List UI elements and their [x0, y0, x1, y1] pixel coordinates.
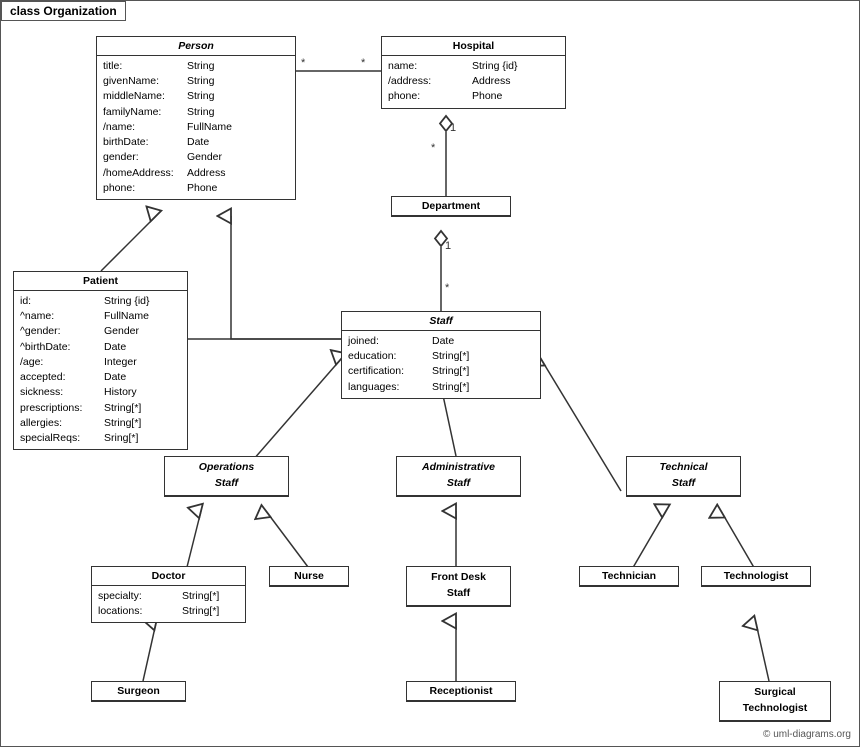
class-tech-staff-header: TechnicalStaff [627, 457, 740, 496]
class-technologist-header: Technologist [702, 567, 810, 586]
class-person: Person title:String givenName:String mid… [96, 36, 296, 200]
class-surgical-tech-header: SurgicalTechnologist [720, 682, 830, 721]
class-patient-header: Patient [14, 272, 187, 291]
class-receptionist-header: Receptionist [407, 682, 515, 701]
class-staff-body: joined:Date education:String[*] certific… [342, 331, 540, 398]
class-patient-body: id:String {id} ^name:FullName ^gender:Ge… [14, 291, 187, 449]
class-hospital-header: Hospital [382, 37, 565, 56]
class-front-desk: Front DeskStaff [406, 566, 511, 607]
svg-text:1: 1 [450, 122, 456, 134]
class-hospital: Hospital name:String {id} /address:Addre… [381, 36, 566, 109]
class-surgeon: Surgeon [91, 681, 186, 702]
class-technologist: Technologist [701, 566, 811, 587]
class-technician-header: Technician [580, 567, 678, 586]
class-receptionist: Receptionist [406, 681, 516, 702]
class-person-body: title:String givenName:String middleName… [97, 56, 295, 199]
class-tech-staff: TechnicalStaff [626, 456, 741, 497]
svg-text:*: * [431, 142, 436, 154]
class-doctor-header: Doctor [92, 567, 245, 586]
class-doctor-body: specialty:String[*] locations:String[*] [92, 586, 245, 622]
class-doctor: Doctor specialty:String[*] locations:Str… [91, 566, 246, 623]
diagram-container: class Organization * * * 1 [0, 0, 860, 747]
class-front-desk-header: Front DeskStaff [407, 567, 510, 606]
class-admin-staff: AdministrativeStaff [396, 456, 521, 497]
copyright: © uml-diagrams.org [763, 729, 851, 740]
class-nurse-header: Nurse [270, 567, 348, 586]
class-nurse: Nurse [269, 566, 349, 587]
class-staff: Staff joined:Date education:String[*] ce… [341, 311, 541, 399]
class-hospital-body: name:String {id} /address:Address phone:… [382, 56, 565, 108]
class-patient: Patient id:String {id} ^name:FullName ^g… [13, 271, 188, 450]
class-ops-staff: OperationsStaff [164, 456, 289, 497]
svg-text:1: 1 [445, 240, 451, 252]
svg-text:*: * [361, 57, 366, 69]
svg-text:*: * [445, 282, 450, 294]
class-person-header: Person [97, 37, 295, 56]
class-admin-staff-header: AdministrativeStaff [397, 457, 520, 496]
class-staff-header: Staff [342, 312, 540, 331]
class-ops-staff-header: OperationsStaff [165, 457, 288, 496]
diagram-title: class Organization [1, 1, 126, 21]
class-surgical-tech: SurgicalTechnologist [719, 681, 831, 722]
class-department-header: Department [392, 197, 510, 216]
class-department: Department [391, 196, 511, 217]
class-technician: Technician [579, 566, 679, 587]
svg-text:*: * [301, 57, 306, 69]
class-surgeon-header: Surgeon [92, 682, 185, 701]
